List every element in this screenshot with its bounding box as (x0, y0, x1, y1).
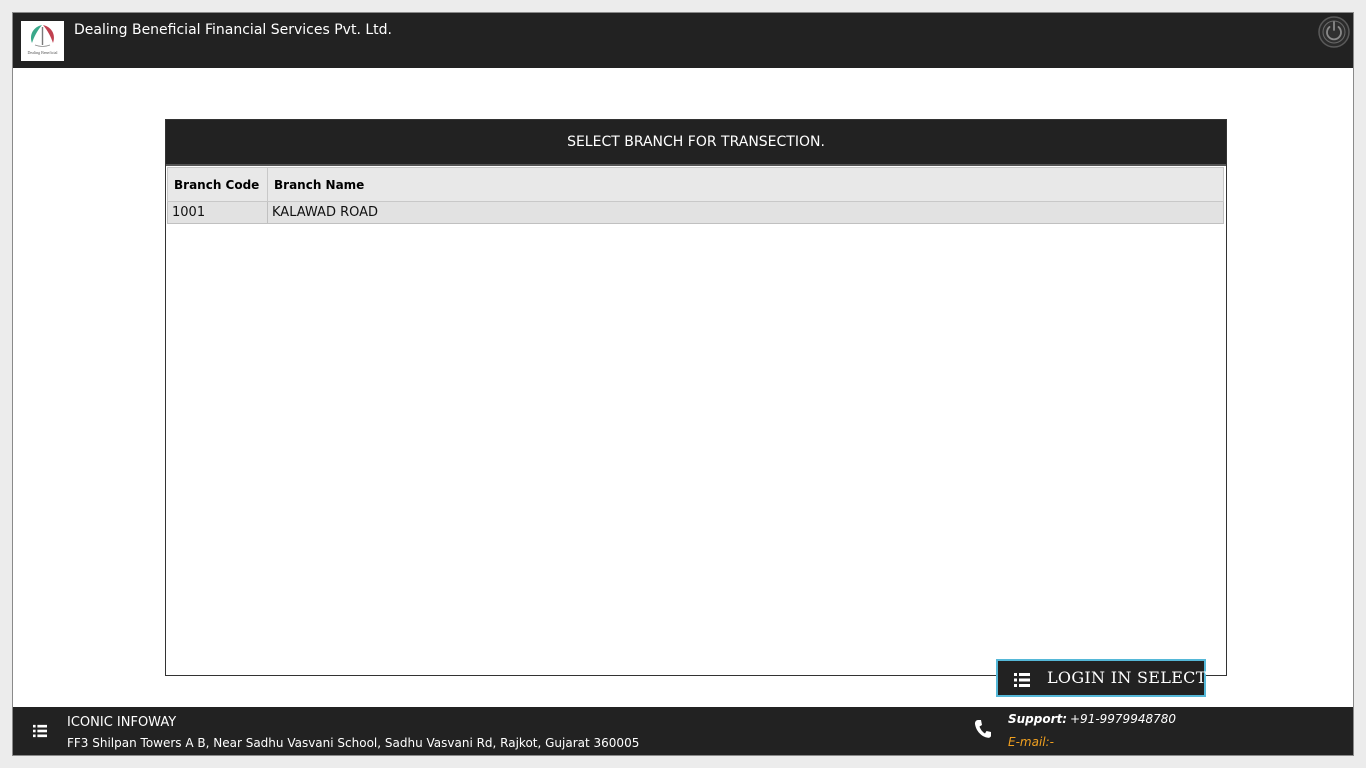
power-icon[interactable] (1318, 16, 1350, 48)
support-phone[interactable]: +91-9979948780 (1070, 712, 1176, 726)
table-header-row: Branch Code Branch Name (167, 167, 1224, 202)
header-bar: Dealing Beneficial Dealing Beneficial Fi… (13, 13, 1353, 68)
logo-mark-icon (31, 25, 54, 47)
panel-title: SELECT BRANCH FOR TRANSECTION. (166, 120, 1226, 166)
footer-bar: ICONIC INFOWAY FF3 Shilpan Towers A B, N… (13, 707, 1353, 755)
cell-branch-code[interactable]: 1001 (167, 201, 268, 224)
support-label: Support: (1008, 712, 1068, 726)
list-icon (33, 724, 47, 738)
branch-table: Branch Code Branch Name 1001 KALAWAD ROA… (167, 167, 1224, 224)
column-header-branch-code[interactable]: Branch Code (167, 167, 268, 202)
footer-address: FF3 Shilpan Towers A B, Near Sadhu Vasva… (67, 736, 640, 750)
login-button-label: LOGIN IN SELECT (1047, 668, 1207, 687)
column-header-branch-name[interactable]: Branch Name (267, 167, 1224, 202)
company-name: Dealing Beneficial Financial Services Pv… (74, 22, 392, 38)
app-window: Dealing Beneficial Dealing Beneficial Fi… (12, 12, 1354, 756)
email-label: E-mail:- (1008, 735, 1054, 749)
branch-selection-panel: SELECT BRANCH FOR TRANSECTION. Branch Co… (165, 119, 1227, 676)
company-logo: Dealing Beneficial (21, 21, 64, 61)
login-in-select-button[interactable]: LOGIN IN SELECT (996, 659, 1206, 697)
cell-branch-name[interactable]: KALAWAD ROAD (267, 201, 1224, 224)
phone-icon (974, 720, 991, 738)
logo-text: Dealing Beneficial (27, 50, 58, 55)
table-row[interactable]: 1001 KALAWAD ROAD (167, 201, 1224, 224)
footer-firm-name: ICONIC INFOWAY (67, 715, 177, 730)
list-icon (1014, 673, 1030, 687)
